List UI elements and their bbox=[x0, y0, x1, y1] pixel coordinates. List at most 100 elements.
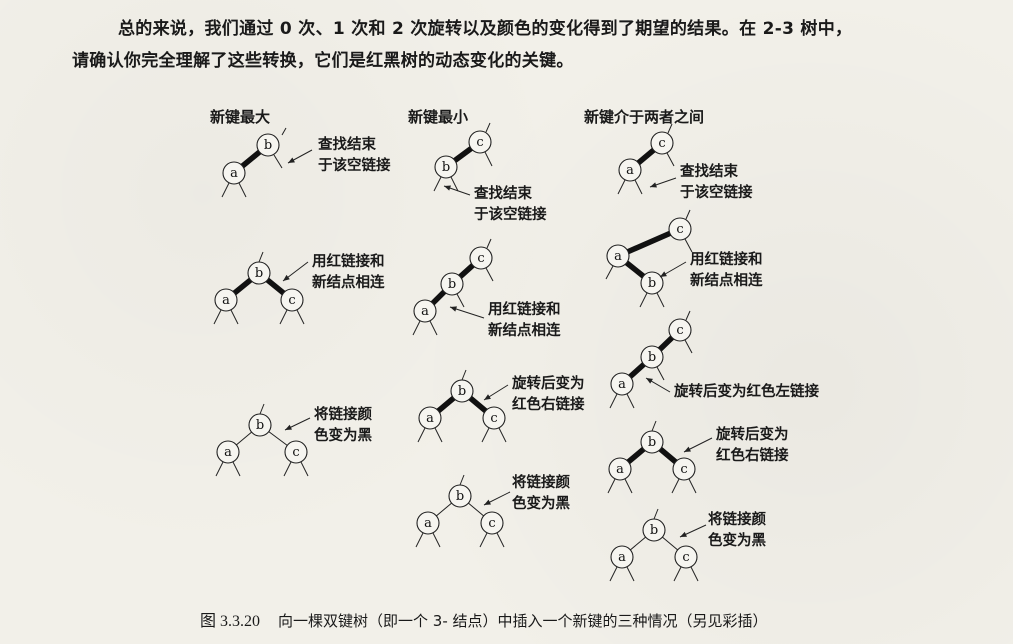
tree-node-b: b bbox=[434, 155, 458, 179]
null-link bbox=[671, 478, 680, 494]
parent-link bbox=[667, 123, 673, 134]
tree-node-a: a bbox=[214, 288, 238, 312]
svg-text:b: b bbox=[442, 160, 450, 175]
pointer-arrowhead bbox=[484, 394, 491, 400]
svg-text:b: b bbox=[648, 350, 656, 365]
tree-node-b: b bbox=[248, 413, 272, 437]
tree-node-a: a bbox=[416, 511, 440, 535]
null-link bbox=[607, 478, 616, 494]
null-link bbox=[684, 339, 693, 354]
black-link bbox=[662, 536, 678, 551]
black-link bbox=[468, 502, 484, 517]
annotation-link-red-largest: 用红链接和 新结点相连 bbox=[312, 254, 385, 291]
tree-node-c: c bbox=[668, 217, 692, 241]
red-link bbox=[231, 277, 254, 296]
figure-caption-text: 向一棵双键树（即一个 3- 结点）中插入一个新键的三种情况（另见彩插） bbox=[278, 612, 768, 630]
red-link bbox=[657, 446, 679, 465]
null-link bbox=[485, 267, 494, 282]
null-link bbox=[417, 427, 426, 443]
svg-text:a: a bbox=[222, 293, 230, 308]
null-link bbox=[215, 461, 224, 477]
red-link bbox=[430, 289, 447, 306]
pointer-arrowhead bbox=[660, 271, 667, 277]
null-link bbox=[656, 366, 665, 381]
annotation-search-end-between: 查找结束 于该空链接 bbox=[680, 164, 753, 201]
pointer-arrowhead bbox=[646, 378, 653, 384]
null-link bbox=[609, 393, 618, 409]
null-link bbox=[626, 566, 635, 582]
svg-text:b: b bbox=[648, 435, 656, 450]
annotation-link-red-smallest: 用红链接和 新结点相连 bbox=[488, 302, 561, 339]
parent-link bbox=[281, 127, 287, 136]
annotation-search-end-smallest: 查找结束 于该空链接 bbox=[474, 186, 547, 223]
null-link bbox=[213, 309, 222, 325]
tree-node-b: b bbox=[642, 518, 666, 542]
svg-text:a: a bbox=[230, 166, 238, 181]
red-link bbox=[467, 395, 489, 414]
tree-node-b: b bbox=[640, 345, 664, 369]
null-link bbox=[690, 566, 699, 582]
svg-text:b: b bbox=[264, 138, 272, 153]
svg-text:b: b bbox=[650, 523, 658, 538]
null-link bbox=[626, 393, 635, 409]
svg-text:a: a bbox=[616, 462, 624, 477]
tree-node-c: c bbox=[284, 440, 308, 464]
tree-node-c: c bbox=[672, 457, 696, 481]
null-link bbox=[283, 461, 292, 477]
svg-text:a: a bbox=[426, 411, 434, 426]
svg-text:a: a bbox=[224, 445, 232, 460]
null-link bbox=[432, 532, 441, 548]
tree-node-c: c bbox=[469, 246, 493, 270]
tree-node-a: a bbox=[608, 457, 632, 481]
null-link bbox=[624, 478, 633, 494]
null-link bbox=[415, 532, 424, 548]
pointer-arrowhead bbox=[450, 306, 457, 312]
annotation-rotate-right-smallest: 旋转后变为 红色右链接 bbox=[512, 376, 585, 413]
parent-link bbox=[653, 508, 659, 520]
figure-caption: 图 3.3.20 向一棵双键树（即一个 3- 结点）中插入一个新键的三种情况（另见… bbox=[200, 607, 768, 631]
svg-text:a: a bbox=[614, 249, 622, 264]
null-link bbox=[238, 182, 247, 198]
parent-link bbox=[258, 251, 264, 263]
svg-text:c: c bbox=[476, 135, 483, 150]
parent-link bbox=[259, 403, 265, 415]
svg-text:c: c bbox=[477, 251, 484, 266]
annotation-link-red-between: 用红链接和 新结点相连 bbox=[690, 252, 763, 289]
tree-node-c: c bbox=[668, 318, 692, 342]
svg-text:c: c bbox=[490, 411, 497, 426]
svg-text:c: c bbox=[658, 136, 665, 151]
tree-node-a: a bbox=[606, 244, 630, 268]
null-link bbox=[221, 182, 230, 198]
null-link bbox=[296, 309, 305, 325]
null-link bbox=[496, 532, 505, 548]
tree-node-a: a bbox=[610, 545, 634, 569]
svg-text:b: b bbox=[456, 489, 464, 504]
tree-node-a: a bbox=[222, 161, 246, 185]
tree-node-b: b bbox=[448, 484, 472, 508]
pointer-arrowhead bbox=[650, 182, 657, 188]
svg-text:a: a bbox=[618, 550, 626, 565]
tree-node-c: c bbox=[280, 288, 304, 312]
figure-number: 图 3.3.20 bbox=[200, 613, 261, 630]
tree-node-b: b bbox=[256, 133, 280, 157]
tree-node-b: b bbox=[640, 271, 664, 295]
red-link bbox=[457, 262, 476, 280]
null-link bbox=[279, 309, 288, 325]
tree-node-a: a bbox=[413, 299, 437, 323]
svg-text:b: b bbox=[458, 384, 466, 399]
pointer-arrowhead bbox=[283, 274, 290, 281]
null-link bbox=[456, 293, 465, 308]
svg-text:b: b bbox=[256, 418, 264, 433]
null-link bbox=[609, 566, 618, 582]
parent-link bbox=[685, 209, 691, 220]
annotation-flip-between: 将链接颜 色变为黑 bbox=[708, 512, 766, 549]
red-link bbox=[623, 260, 647, 279]
red-link bbox=[627, 361, 647, 380]
svg-text:c: c bbox=[288, 293, 295, 308]
black-link bbox=[268, 431, 288, 446]
pointer-arrowhead bbox=[444, 185, 451, 191]
null-link bbox=[232, 461, 241, 477]
tree-node-c: c bbox=[480, 511, 504, 535]
null-link bbox=[412, 320, 421, 336]
parent-link bbox=[651, 420, 657, 432]
